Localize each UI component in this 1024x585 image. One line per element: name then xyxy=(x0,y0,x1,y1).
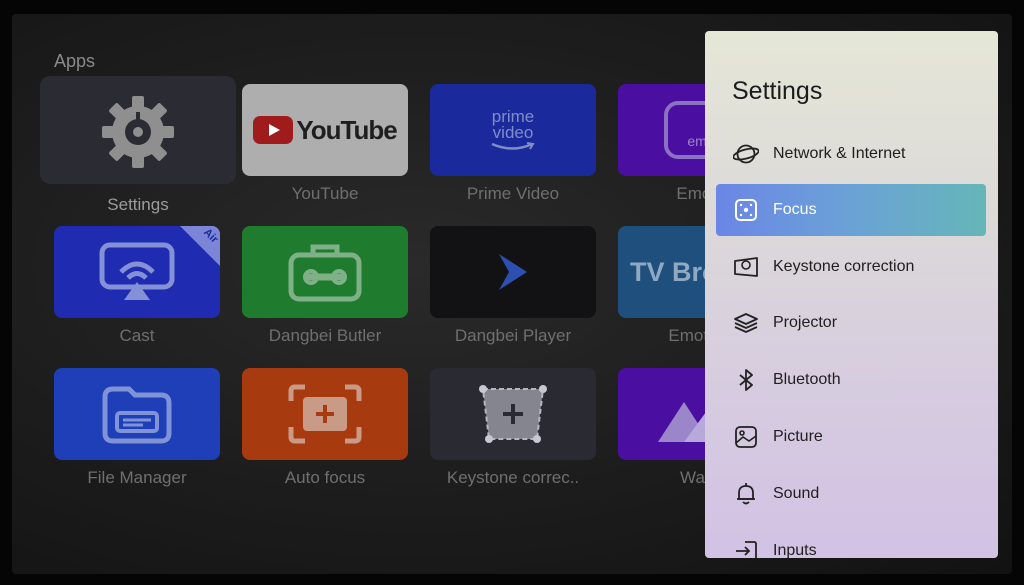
app-label-dangbei-butler: Dangbei Butler xyxy=(268,326,382,345)
app-tile-auto-focus[interactable] xyxy=(242,368,408,460)
app-label-keystone-correction: Keystone correc.. xyxy=(446,468,580,487)
settings-panel-title: Settings xyxy=(732,77,823,105)
picture-icon xyxy=(733,424,759,450)
prime-video-logo: prime video xyxy=(490,108,536,151)
app-tile-cast[interactable]: Air xyxy=(54,226,220,318)
keystone-icon xyxy=(479,385,547,443)
app-tile-prime-video[interactable]: prime video xyxy=(430,84,596,176)
auto-focus-icon xyxy=(288,384,362,444)
input-icon xyxy=(733,538,759,558)
app-label-prime-video: Prime Video xyxy=(466,184,560,203)
menu-item-keystone-correction[interactable]: Keystone correction xyxy=(716,241,986,293)
app-tile-file-manager[interactable] xyxy=(54,368,220,460)
app-label-auto-focus: Auto focus xyxy=(284,468,366,487)
toolbox-icon xyxy=(288,244,362,302)
keystone-icon xyxy=(733,254,759,280)
app-tile-dangbei-butler[interactable] xyxy=(242,226,408,318)
app-tile-keystone-correction[interactable] xyxy=(430,368,596,460)
bell-icon xyxy=(733,481,759,507)
menu-item-sound[interactable]: Sound xyxy=(716,468,986,520)
settings-panel: Settings Network & Internet Focus Keysto… xyxy=(705,31,998,558)
layers-icon xyxy=(733,310,759,336)
menu-item-picture[interactable]: Picture xyxy=(716,411,986,463)
menu-item-projector[interactable]: Projector xyxy=(716,297,986,349)
app-tile-dangbei-player[interactable] xyxy=(430,226,596,318)
folder-icon xyxy=(102,386,172,444)
apps-section-title: Apps xyxy=(54,51,96,71)
youtube-logo: YouTube xyxy=(253,115,398,146)
bluetooth-icon xyxy=(733,367,759,393)
cast-icon xyxy=(99,242,175,300)
focus-icon xyxy=(733,197,759,223)
app-tile-youtube[interactable]: YouTube xyxy=(242,84,408,176)
globe-icon xyxy=(733,141,759,167)
play-icon xyxy=(499,254,527,290)
app-tile-settings[interactable] xyxy=(40,76,236,184)
menu-item-inputs[interactable]: Inputs xyxy=(716,525,986,558)
app-label-dangbei-player: Dangbei Player xyxy=(454,326,572,345)
app-label-youtube: YouTube xyxy=(291,184,359,203)
menu-item-bluetooth[interactable]: Bluetooth xyxy=(716,354,986,406)
app-label-file-manager: File Manager xyxy=(87,468,187,487)
app-label-cast: Cast xyxy=(119,326,155,345)
gear-icon xyxy=(98,92,178,177)
menu-item-network[interactable]: Network & Internet xyxy=(716,128,986,180)
menu-item-focus[interactable]: Focus xyxy=(716,184,986,236)
app-label-settings: Settings xyxy=(107,195,169,214)
youtube-play-icon xyxy=(253,116,294,144)
